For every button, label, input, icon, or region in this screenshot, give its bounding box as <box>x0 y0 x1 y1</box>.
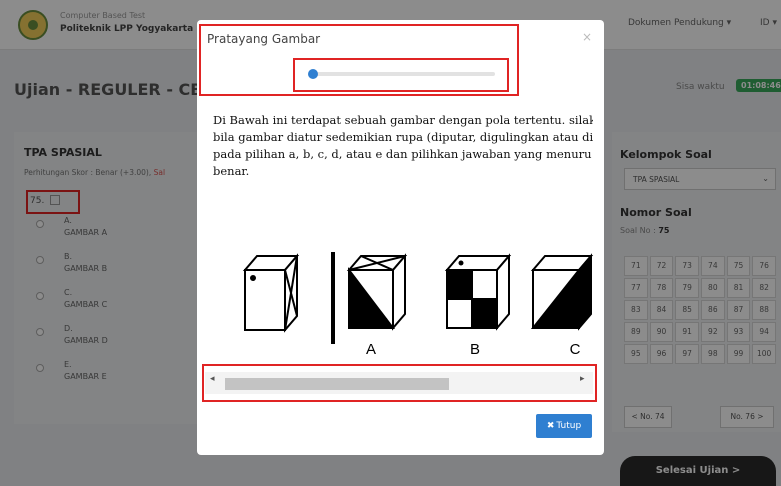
question-text: Di Bawah ini terdapat sebuah gambar deng… <box>213 112 593 180</box>
separator-bar <box>331 252 335 344</box>
dot-mark <box>382 317 388 323</box>
cube-option-a <box>346 253 408 331</box>
image-preview-modal: Pratayang Gambar × Di Bawah ini terdapat… <box>197 20 604 455</box>
scrollbar-highlight-box <box>202 364 597 402</box>
figure-label-b: B <box>470 341 480 358</box>
figure-label-a: A <box>366 341 376 358</box>
dot-mark <box>458 260 464 266</box>
dot-mark <box>250 275 256 281</box>
slider-highlight-box <box>293 58 509 92</box>
cube-option-b <box>444 253 512 331</box>
close-icon[interactable]: × <box>582 30 592 44</box>
cube-option-c <box>530 253 594 331</box>
question-text-line: Di Bawah ini terdapat sebuah gambar deng… <box>213 113 593 127</box>
question-text-line: benar. <box>213 164 250 178</box>
question-text-line: bila gambar diatur sedemikian rupa (dipu… <box>213 130 593 144</box>
close-icon: ✖ <box>546 421 555 431</box>
spatial-puzzle-figure: A B C <box>242 252 594 358</box>
reference-cube <box>242 253 300 333</box>
figure-label-c: C <box>570 341 581 358</box>
tutup-button[interactable]: ✖ Tutup <box>536 414 592 438</box>
question-text-line: pada pilihan a, b, c, d, atau e dan pili… <box>213 147 592 161</box>
